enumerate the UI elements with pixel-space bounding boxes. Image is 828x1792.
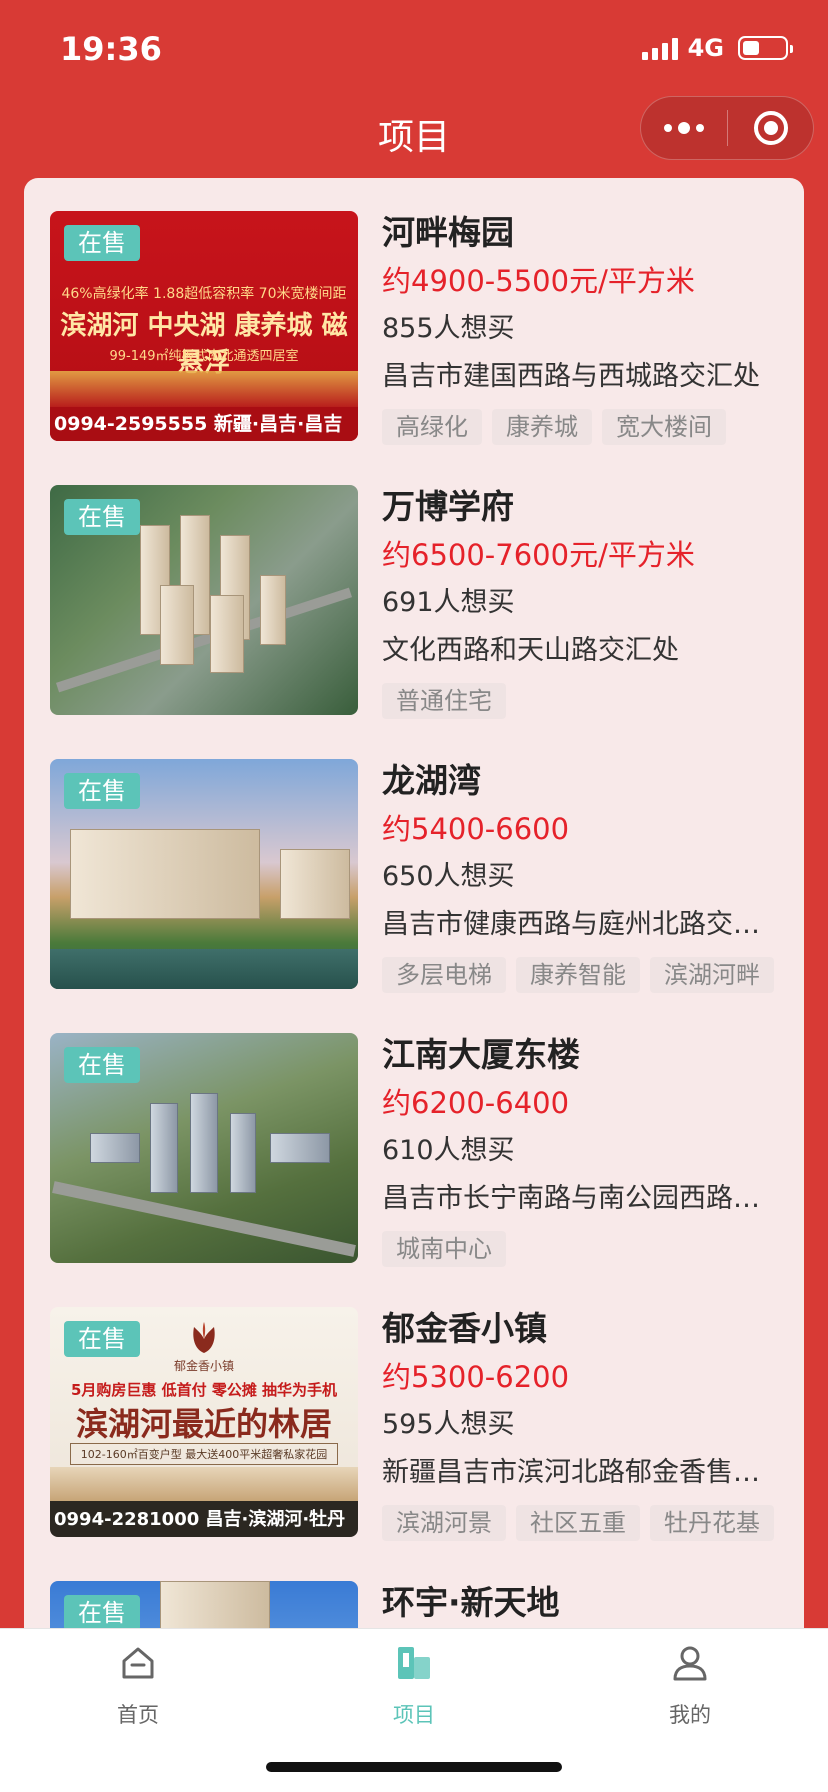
project-tag: 康养智能	[516, 957, 640, 993]
project-price: 约6200-6400	[382, 1086, 570, 1120]
project-image: 在售	[50, 1581, 358, 1628]
project-tags: 高绿化 康养城 宽大楼间	[382, 409, 782, 445]
project-image: 在售	[50, 759, 358, 989]
project-tag: 宽大楼间	[602, 409, 726, 445]
project-card[interactable]: 在售 江南大厦东楼 约6200-6400 610人想买 昌吉市长宁南路与南公园西…	[50, 1033, 782, 1267]
project-image: 在售	[50, 1033, 358, 1263]
ad-headline: 滨湖河 中央湖 康养城 磁悬浮	[60, 311, 348, 378]
project-tags: 普通住宅	[382, 683, 782, 719]
project-name: 龙湖湾	[382, 761, 481, 800]
status-bar: 19:36 4G	[0, 0, 828, 100]
project-tag: 社区五重	[516, 1505, 640, 1541]
project-info: 龙湖湾 约5400-6600 650人想买 昌吉市健康西路与庭州北路交汇处 多层…	[382, 759, 782, 993]
project-tag: 多层电梯	[382, 957, 506, 993]
project-image: 郁金香小镇 5月购房巨惠 低首付 零公摊 抽华为手机 滨湖河最近的林居 102-…	[50, 1307, 358, 1537]
tulip-logo-icon	[193, 1322, 215, 1353]
status-indicators: 4G	[641, 34, 793, 62]
status-badge: 在售	[64, 225, 140, 261]
project-card[interactable]: 郁金香小镇 5月购房巨惠 低首付 零公摊 抽华为手机 滨湖河最近的林居 102-…	[50, 1307, 782, 1541]
project-name: 郁金香小镇	[382, 1309, 547, 1348]
tab-mine[interactable]: 我的	[620, 1643, 760, 1729]
project-address: 昌吉市健康西路与庭州北路交汇处	[382, 909, 782, 940]
project-address: 文化西路和天山路交汇处	[382, 635, 679, 666]
tab-label: 我的	[669, 1703, 711, 1727]
project-tag: 高绿化	[382, 409, 482, 445]
ad-promo: 5月购房巨惠 低首付 零公摊 抽华为手机	[70, 1381, 338, 1399]
project-tag: 滨湖河景	[382, 1505, 506, 1541]
close-miniprogram-button[interactable]	[728, 111, 813, 145]
status-badge: 在售	[64, 1321, 140, 1357]
project-price: 约5400-6600	[382, 812, 570, 846]
pond	[50, 949, 358, 989]
ad-brand: 郁金香小镇	[173, 1359, 234, 1373]
home-indicator	[266, 1762, 562, 1772]
project-tags: 多层电梯 康养智能 滨湖河畔	[382, 957, 782, 993]
ad-phone: 0994-2281000 昌吉·滨湖河·牡丹亭旁	[54, 1509, 346, 1530]
project-info: 环宇·新天地	[382, 1581, 782, 1625]
project-name: 万博学府	[382, 487, 514, 526]
project-card[interactable]: 在售 龙湖湾 约5400-6600 650人想买 昌吉市健康西路与庭州北路交汇处…	[50, 759, 782, 993]
project-image: 在售	[50, 485, 358, 715]
project-price: 约6500-7600元/平方米	[382, 538, 695, 572]
project-want-count: 691人想买	[382, 587, 515, 618]
tab-projects[interactable]: 项目	[344, 1643, 484, 1729]
project-address: 昌吉市长宁南路与南公园西路交汇处	[382, 1183, 782, 1214]
project-want-count: 855人想买	[382, 313, 515, 344]
status-badge: 在售	[64, 773, 140, 809]
project-tags: 城南中心	[382, 1231, 782, 1267]
project-price: 约5300-6200	[382, 1360, 570, 1394]
more-icon[interactable]	[641, 97, 727, 159]
project-info: 万博学府 约6500-7600元/平方米 691人想买 文化西路和天山路交汇处 …	[382, 485, 782, 719]
project-info: 郁金香小镇 约5300-6200 595人想买 新疆昌吉市滨河北路郁金香售楼部 …	[382, 1307, 782, 1541]
project-tag: 普通住宅	[382, 683, 506, 719]
project-address: 昌吉市建国西路与西城路交汇处	[382, 361, 760, 392]
project-tag: 滨湖河畔	[650, 957, 774, 993]
project-list: 46%高绿化率 1.88超低容积率 70米宽楼间距 滨湖河 中央湖 康养城 磁悬…	[24, 178, 804, 1628]
project-name: 河畔梅园	[382, 213, 514, 252]
battery-icon	[738, 36, 793, 60]
tab-label: 首页	[117, 1703, 159, 1727]
status-badge: 在售	[64, 499, 140, 535]
project-tag: 康养城	[492, 409, 592, 445]
project-address: 新疆昌吉市滨河北路郁金香售楼部	[382, 1457, 782, 1488]
project-card[interactable]: 在售 万博学府 约6500-7600元/平方米 691人想买 文化西路和天山路交…	[50, 485, 780, 719]
project-info: 河畔梅园 约4900-5500元/平方米 855人想买 昌吉市建国西路与西城路交…	[382, 211, 782, 445]
project-want-count: 610人想买	[382, 1135, 515, 1166]
target-icon	[753, 111, 788, 145]
building-icon	[398, 1647, 430, 1679]
project-name: 江南大厦东楼	[382, 1035, 580, 1074]
ad-line: 46%高绿化率 1.88超低容积率 70米宽楼间距	[61, 286, 347, 302]
project-image: 46%高绿化率 1.88超低容积率 70米宽楼间距 滨湖河 中央湖 康养城 磁悬…	[50, 211, 358, 441]
status-badge: 在售	[64, 1595, 140, 1628]
ad-decoration	[50, 371, 358, 411]
miniprogram-capsule	[640, 96, 814, 160]
status-time: 19:36	[60, 30, 162, 68]
tab-label: 项目	[393, 1703, 435, 1727]
project-card[interactable]: 46%高绿化率 1.88超低容积率 70米宽楼间距 滨湖河 中央湖 康养城 磁悬…	[50, 211, 780, 445]
ad-phone: 0994-2595555 新疆·昌吉·昌吉学院旁	[50, 407, 358, 441]
user-icon	[673, 1646, 707, 1681]
home-icon	[122, 1647, 154, 1679]
project-info: 江南大厦东楼 约6200-6400 610人想买 昌吉市长宁南路与南公园西路交汇…	[382, 1033, 782, 1267]
ad-decoration	[50, 1467, 358, 1501]
project-name: 环宇·新天地	[382, 1583, 560, 1622]
project-want-count: 595人想买	[382, 1409, 515, 1440]
tab-home[interactable]: 首页	[68, 1643, 208, 1729]
project-price: 约4900-5500元/平方米	[382, 264, 695, 298]
ad-headline: 滨湖河最近的林居	[75, 1405, 332, 1443]
signal-icon	[641, 36, 678, 60]
project-want-count: 650人想买	[382, 861, 515, 892]
status-badge: 在售	[64, 1047, 140, 1083]
project-tags: 滨湖河景 社区五重 牡丹花基	[382, 1505, 782, 1541]
project-card[interactable]: 在售 环宇·新天地	[50, 1581, 780, 1628]
project-tag: 牡丹花基	[650, 1505, 774, 1541]
network-type: 4G	[687, 34, 724, 62]
project-tag: 城南中心	[382, 1231, 506, 1267]
ad-subline: 99-149㎡纯板式南北通透四居室	[109, 349, 299, 364]
ad-subline: 102-160㎡百变户型 最大送400平米超奢私家花园	[70, 1443, 338, 1465]
